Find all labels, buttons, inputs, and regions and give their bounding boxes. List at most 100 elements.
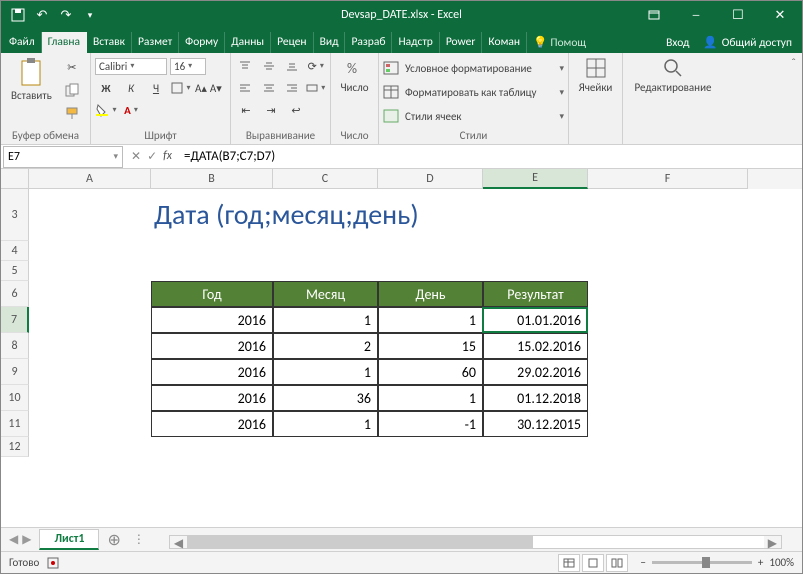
cell-year[interactable]: 2016 [151, 359, 273, 385]
tab-home[interactable]: Главна [42, 32, 87, 53]
cell-result[interactable]: 15.02.2016 [483, 333, 588, 359]
indent-decrease-icon[interactable]: ⇤ [235, 100, 257, 120]
bold-button[interactable]: Ж [95, 78, 117, 98]
maximize-icon[interactable]: ☐ [718, 1, 758, 29]
editing-button[interactable]: Редактирование [627, 55, 719, 96]
row-head[interactable]: 9 [1, 359, 29, 385]
align-bottom-icon[interactable] [282, 56, 303, 76]
cell-month[interactable]: 2 [273, 333, 378, 359]
paste-button[interactable]: Вставить [5, 55, 58, 104]
col-A[interactable]: A [29, 169, 151, 189]
header-month[interactable]: Месяц [273, 281, 378, 307]
cell[interactable] [29, 359, 151, 385]
normal-view-icon[interactable] [558, 554, 580, 572]
format-table-button[interactable]: Форматировать как таблицу▾ [383, 81, 564, 103]
font-size-select[interactable]: 16 [170, 58, 206, 75]
sheet-tab[interactable]: Лист1 [39, 529, 99, 550]
minimize-icon[interactable]: ─ [676, 1, 716, 29]
header-result[interactable]: Результат [483, 281, 588, 307]
fx-icon[interactable]: fx [163, 149, 172, 164]
close-icon[interactable]: ✕ [760, 1, 800, 29]
wrap-text-icon[interactable]: ↩ [285, 100, 307, 120]
horizontal-scrollbar[interactable]: ◀▶ [149, 532, 802, 548]
grid-body[interactable]: 3 Дата (год;месяц;день) 4 5 6 Год Месяц … [1, 189, 802, 527]
add-sheet-icon[interactable]: ⊕ [99, 530, 128, 550]
font-name-select[interactable]: Calibri [95, 58, 167, 75]
row-head[interactable]: 3 [1, 189, 29, 241]
macro-record-icon[interactable] [47, 557, 59, 569]
cut-icon[interactable]: ✂ [61, 57, 83, 77]
align-center-icon[interactable] [259, 78, 280, 98]
select-all-corner[interactable] [1, 169, 29, 189]
redo-icon[interactable]: ↷ [57, 6, 75, 24]
share-button[interactable]: 👤Общий доступ [695, 32, 800, 53]
tab-addins[interactable]: Надстр [392, 32, 439, 53]
cell-month[interactable]: 1 [273, 307, 378, 333]
tab-file[interactable]: Файл [3, 32, 42, 53]
accept-formula-icon[interactable]: ✓ [147, 149, 157, 164]
cell-day[interactable]: 1 [378, 307, 483, 333]
fill-color-button[interactable] [95, 100, 117, 120]
page-layout-view-icon[interactable] [582, 554, 604, 572]
cell[interactable] [29, 241, 710, 261]
cell-day[interactable]: 1 [378, 385, 483, 411]
cell[interactable] [29, 307, 151, 333]
orientation-icon[interactable]: ⟳ [306, 56, 327, 76]
cell[interactable] [29, 437, 710, 457]
tab-formulas[interactable]: Форму [179, 32, 225, 53]
tab-review[interactable]: Рецен [271, 32, 314, 53]
cell[interactable] [29, 261, 710, 281]
cancel-formula-icon[interactable]: ✕ [131, 149, 141, 164]
cell-year[interactable]: 2016 [151, 411, 273, 437]
formula-input[interactable]: =ДАТА(B7;C7;D7) [178, 149, 802, 164]
col-C[interactable]: C [273, 169, 378, 189]
underline-button[interactable]: Ч [145, 78, 167, 98]
borders-button[interactable] [170, 78, 192, 98]
italic-button[interactable]: К [120, 78, 142, 98]
font-color-button[interactable]: A [120, 100, 142, 120]
row-head[interactable]: 11 [1, 411, 29, 437]
tab-view[interactable]: Вид [314, 32, 346, 53]
row-head[interactable]: 6 [1, 281, 29, 307]
align-left-icon[interactable] [235, 78, 256, 98]
merge-icon[interactable] [306, 78, 327, 98]
cell-day[interactable]: 15 [378, 333, 483, 359]
tab-power[interactable]: Power [440, 32, 483, 53]
indent-increase-icon[interactable]: ⇥ [260, 100, 282, 120]
cell[interactable] [29, 385, 151, 411]
cell-year[interactable]: 2016 [151, 333, 273, 359]
tab-layout[interactable]: Размет [132, 32, 179, 53]
header-day[interactable]: День [378, 281, 483, 307]
col-E[interactable]: E [483, 169, 588, 189]
cell[interactable] [29, 333, 151, 359]
collapse-ribbon-icon[interactable]: ˆ [785, 53, 802, 144]
cell-result[interactable]: 29.02.2016 [483, 359, 588, 385]
sheet-nav[interactable]: ◀▶ [1, 532, 39, 547]
cell-month[interactable]: 36 [273, 385, 378, 411]
tab-data[interactable]: Данны [225, 32, 271, 53]
cell-month[interactable]: 1 [273, 359, 378, 385]
cell[interactable] [29, 411, 151, 437]
header-year[interactable]: Год [151, 281, 273, 307]
cell-styles-button[interactable]: Стили ячеек▾ [383, 105, 564, 127]
conditional-format-button[interactable]: Условное форматирование▾ [383, 57, 564, 79]
row-head[interactable]: 5 [1, 261, 29, 281]
page-break-view-icon[interactable] [606, 554, 628, 572]
col-D[interactable]: D [378, 169, 483, 189]
ribbon-options-icon[interactable] [634, 1, 674, 29]
format-painter-icon[interactable] [61, 103, 83, 123]
sign-in[interactable]: Вход [660, 33, 695, 53]
cell-day[interactable]: 60 [378, 359, 483, 385]
col-B[interactable]: B [151, 169, 273, 189]
save-icon[interactable] [9, 6, 27, 24]
title-cell[interactable]: Дата (год;месяц;день) [151, 189, 710, 241]
col-F[interactable]: F [588, 169, 748, 189]
cell-result[interactable]: 30.12.2015 [483, 411, 588, 437]
zoom-slider[interactable] [652, 561, 752, 564]
chevron-down-icon[interactable]: ▾ [113, 151, 118, 162]
row-head[interactable]: 7 [1, 307, 29, 333]
zoom-in-icon[interactable]: + [758, 556, 763, 569]
align-right-icon[interactable] [282, 78, 303, 98]
cell[interactable] [29, 281, 151, 307]
tab-insert[interactable]: Вставк [87, 32, 132, 53]
